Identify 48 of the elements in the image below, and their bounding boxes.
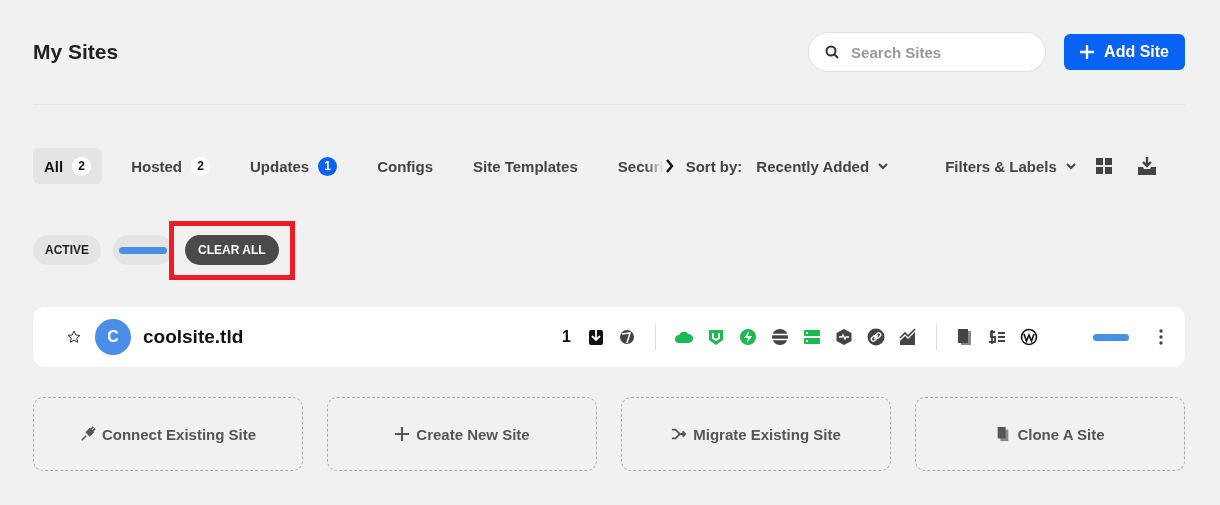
action-card[interactable]: Connect Existing Site xyxy=(33,397,303,471)
more-vertical-icon xyxy=(1159,329,1163,345)
update-count: 1 xyxy=(562,328,571,346)
add-site-button[interactable]: Add Site xyxy=(1064,34,1185,70)
filter-chip[interactable]: ACTIVE xyxy=(33,235,101,265)
grid-icon xyxy=(1095,158,1112,174)
sort-label: Sort by: xyxy=(685,157,743,175)
chevron-down-icon xyxy=(877,160,890,172)
clear-all-button[interactable]: CLEAR ALL xyxy=(185,235,279,265)
count-badge: 1 xyxy=(318,156,338,176)
site-avatar: C xyxy=(95,319,131,355)
count-badge: 2 xyxy=(191,156,210,176)
search-field[interactable]: Search Sites xyxy=(808,32,1047,72)
filters-dropdown[interactable]: Filters & Labels xyxy=(931,148,1083,184)
count-badge: 2 xyxy=(72,156,92,176)
documents-icon[interactable] xyxy=(956,328,974,346)
merge-arrow-icon xyxy=(671,426,688,442)
action-card[interactable]: Migrate Existing Site xyxy=(621,397,891,471)
page-title: My Sites xyxy=(33,40,120,64)
tab[interactable]: Securi xyxy=(606,148,674,184)
chevron-down-icon xyxy=(1064,160,1077,172)
chevron-right-icon[interactable] xyxy=(665,159,674,173)
action-card[interactable]: Clone A Site xyxy=(915,397,1185,471)
download-icon[interactable] xyxy=(588,328,604,346)
sort-dropdown[interactable]: Recently Added xyxy=(742,148,896,184)
tab[interactable]: Configs xyxy=(366,148,445,184)
dollar-list-icon[interactable] xyxy=(988,328,1006,346)
action-card[interactable]: Create New Site xyxy=(327,397,597,471)
plus-icon xyxy=(1080,45,1095,59)
search-icon xyxy=(825,45,840,59)
site-name[interactable]: coolsite.tld xyxy=(143,326,563,348)
plug-icon xyxy=(79,426,96,442)
tab[interactable]: Updates 1 xyxy=(239,148,349,184)
server-icon[interactable] xyxy=(803,328,821,346)
search-input[interactable]: Search Sites xyxy=(849,42,1024,62)
shield-icon[interactable] xyxy=(707,328,725,346)
line-chart-icon[interactable] xyxy=(899,328,917,346)
tab[interactable]: Site Templates xyxy=(462,148,589,184)
tab[interactable]: Hosted 2 xyxy=(120,148,221,184)
lightning-bolt-icon[interactable] xyxy=(739,328,757,346)
link-icon[interactable] xyxy=(867,328,885,346)
plus-icon xyxy=(394,426,411,442)
hexagon-pulse-icon[interactable] xyxy=(835,328,853,346)
star-icon[interactable] xyxy=(67,330,81,344)
tab[interactable]: All 2 xyxy=(33,148,103,184)
striped-circle-icon[interactable] xyxy=(771,328,789,346)
wordpress-icon[interactable] xyxy=(1020,328,1038,346)
download-icon xyxy=(1137,157,1156,175)
